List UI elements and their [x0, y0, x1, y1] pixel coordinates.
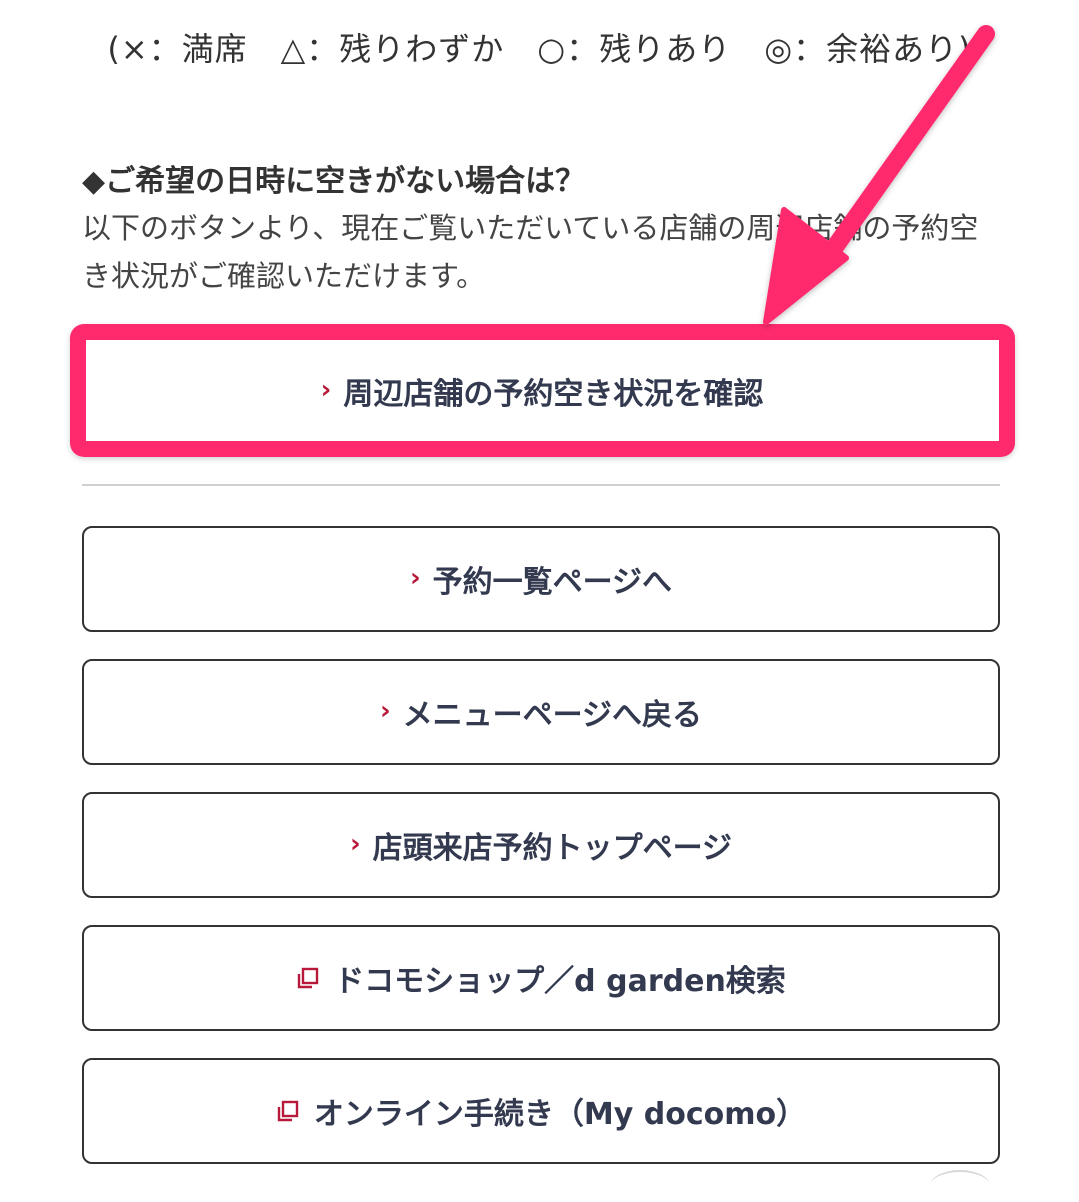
notice-heading: ◆ご希望の日時に空きがない場合は？: [82, 164, 586, 199]
scroll-to-top-hint: [930, 1170, 990, 1202]
reservation-list-label: 予約一覧ページへ: [432, 565, 673, 600]
availability-legend: (×：満席 △：残りわずか ○：残りあり ◎：余裕あり): [107, 30, 972, 68]
back-to-menu-button[interactable]: › メニューページへ戻る: [82, 659, 1000, 765]
external-window-icon: [296, 966, 320, 990]
chevron-right-icon: ›: [379, 696, 391, 726]
docomo-shop-search-button[interactable]: ドコモショップ／d garden検索: [82, 925, 1000, 1031]
notice-body: 以下のボタンより、現在ご覧いただいている店舗の周辺店舗の予約空き状況がご確認いた…: [82, 211, 979, 293]
docomo-shop-search-label: ドコモショップ／d garden検索: [334, 964, 786, 999]
nearby-stores-availability-button[interactable]: › 周辺店舗の予約空き状況を確認: [92, 346, 992, 435]
online-procedures-button[interactable]: オンライン手続き（My docomo）: [82, 1058, 1000, 1164]
divider: [82, 484, 1000, 486]
store-reservation-top-label: 店頭来店予約トップページ: [372, 831, 733, 866]
nearby-stores-availability-label: 周辺店舗の予約空き状況を確認: [343, 376, 764, 412]
chevron-right-icon: ›: [409, 563, 421, 593]
store-reservation-top-button[interactable]: › 店頭来店予約トップページ: [82, 792, 1000, 898]
external-window-icon: [276, 1099, 300, 1123]
reservation-list-button[interactable]: › 予約一覧ページへ: [82, 526, 1000, 632]
chevron-right-icon: ›: [320, 374, 332, 405]
back-to-menu-label: メニューページへ戻る: [402, 698, 703, 733]
chevron-right-icon: ›: [349, 829, 361, 859]
online-procedures-label: オンライン手続き（My docomo）: [313, 1097, 807, 1132]
